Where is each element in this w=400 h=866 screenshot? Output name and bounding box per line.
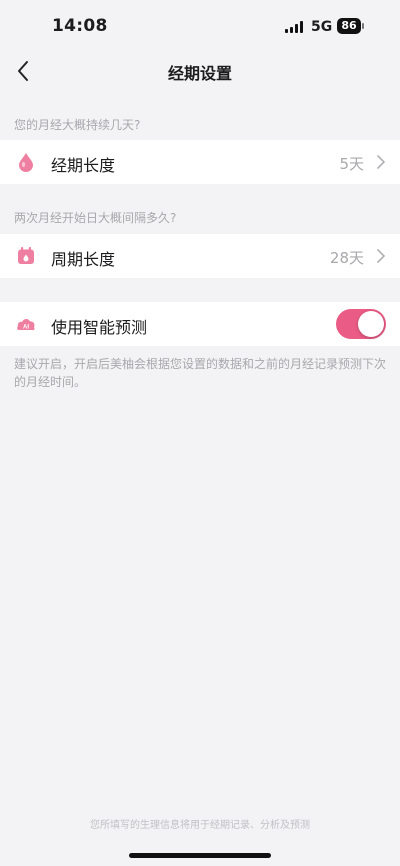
prediction-hint: 建议开启，开启后美柚会根据您设置的数据和之前的月经记录预测下次的月经时间。 xyxy=(14,357,387,389)
ai-icon: AI xyxy=(17,319,35,330)
calendar-icon xyxy=(18,247,34,264)
period-length-value: 5天 xyxy=(339,155,364,173)
svg-text:AI: AI xyxy=(23,324,29,330)
toggle-knob xyxy=(358,311,384,337)
nav-bar: 经期设置 xyxy=(0,50,400,90)
period-length-row[interactable]: 经期长度 5天 xyxy=(0,140,400,184)
smart-prediction-toggle[interactable] xyxy=(336,309,386,339)
status-time: 14:08 xyxy=(52,16,108,36)
status-bar: 14:08 5G 86 xyxy=(0,0,400,54)
page-title: 经期设置 xyxy=(167,64,232,83)
smart-prediction-row: AI 使用智能预测 xyxy=(0,302,400,346)
smart-prediction-label: 使用智能预测 xyxy=(51,318,148,337)
period-caption: 您的月经大概持续几天? xyxy=(14,118,141,132)
home-indicator xyxy=(129,853,271,858)
signal-icon xyxy=(285,21,303,33)
battery-tip xyxy=(362,23,364,29)
cycle-length-label: 周期长度 xyxy=(51,250,116,269)
cycle-length-row[interactable]: 周期长度 28天 xyxy=(0,234,400,278)
cycle-length-value: 28天 xyxy=(329,249,364,267)
period-length-label: 经期长度 xyxy=(51,156,116,175)
chevron-right-icon xyxy=(377,249,385,263)
footer-note: 您所填写的生理信息将用于经期记录、分析及预测 xyxy=(90,820,310,831)
chevron-right-icon xyxy=(377,155,385,169)
battery-icon: 86 xyxy=(337,18,361,34)
drop-icon xyxy=(19,153,33,172)
cycle-caption: 两次月经开始日大概间隔多久? xyxy=(14,211,177,225)
network-type: 5G xyxy=(311,19,333,35)
